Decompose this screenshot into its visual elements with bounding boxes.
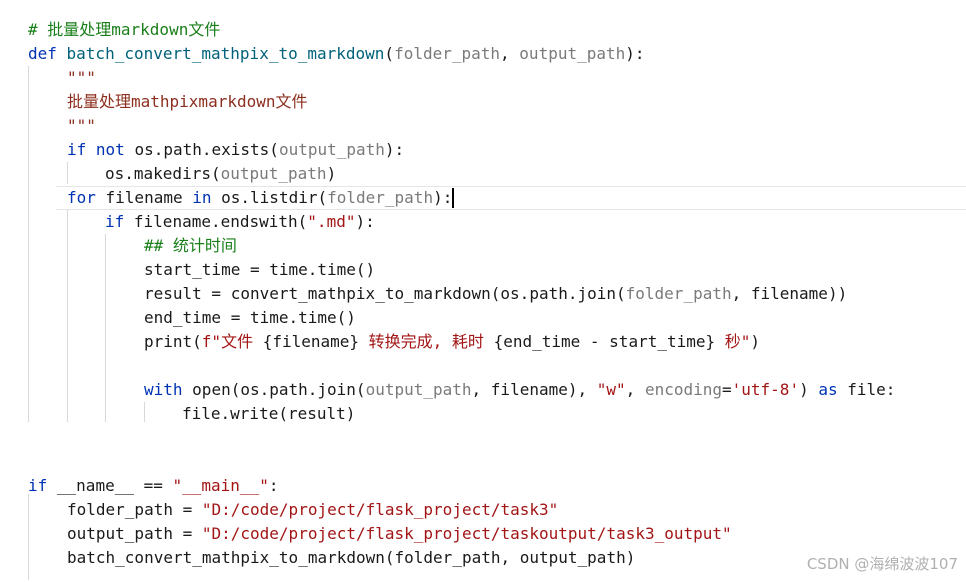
code-token: if	[28, 476, 57, 495]
code-token: batch_convert_mathpix_to_markdown(folder…	[67, 548, 636, 567]
code-token: 秒"	[715, 332, 751, 351]
code-token: output_path	[278, 140, 385, 159]
code-token: if	[105, 212, 134, 231]
code-line[interactable]: def batch_convert_mathpix_to_markdown(fo…	[28, 42, 645, 66]
code-token: )	[750, 332, 761, 351]
code-token: {end_time - start_time}	[493, 332, 716, 351]
code-line[interactable]: # 批量处理markdown文件	[28, 18, 220, 42]
code-line[interactable]: if filename.endswith(".md"):	[105, 210, 375, 234]
code-line[interactable]: """	[67, 66, 96, 90]
code-token: output_path	[519, 44, 626, 63]
code-token: "__main__"	[172, 476, 269, 495]
code-token: ):	[384, 140, 405, 159]
code-token: ## 统计时间	[144, 236, 237, 255]
indent-guide	[105, 234, 106, 422]
code-token: ,	[500, 44, 520, 63]
code-token: ):	[433, 188, 453, 207]
code-token: os.makedirs(	[105, 164, 221, 183]
code-token: :	[268, 476, 279, 495]
code-token: print(	[144, 332, 202, 351]
code-token: 转换完成, 耗时	[359, 332, 494, 351]
code-token: folder_path	[625, 284, 732, 303]
code-token: output_path	[220, 164, 327, 183]
code-token: open(os.path.join(	[192, 380, 366, 399]
code-token: start_time = time.time()	[144, 260, 376, 279]
code-line[interactable]: with open(os.path.join(output_path, file…	[144, 378, 895, 402]
indent-guide	[144, 402, 145, 422]
code-line[interactable]: start_time = time.time()	[144, 258, 375, 282]
code-token: )	[799, 380, 819, 399]
code-line[interactable]: os.makedirs(output_path)	[105, 162, 336, 186]
code-token: =	[722, 380, 732, 399]
code-token: 'utf-8'	[731, 380, 800, 399]
code-token: "D:/code/project/flask_project/taskoutpu…	[201, 524, 732, 543]
code-line[interactable]: print(f"文件 {filename} 转换完成, 耗时 {end_time…	[144, 330, 760, 354]
code-token: {filename}	[262, 332, 360, 351]
code-token: """	[67, 116, 96, 135]
indent-guide	[67, 162, 68, 184]
code-token: output_path	[365, 380, 472, 399]
code-token: in	[192, 188, 222, 207]
code-line[interactable]: ## 统计时间	[144, 234, 237, 258]
code-token: ):	[355, 212, 375, 231]
code-line[interactable]: output_path = "D:/code/project/flask_pro…	[67, 522, 732, 546]
code-token: as	[818, 380, 848, 399]
code-token: end_time = time.time()	[144, 308, 356, 327]
code-token: folder_path	[327, 188, 434, 207]
code-token: filename.endswith(	[133, 212, 308, 231]
code-token: folder_path =	[67, 500, 202, 519]
code-token: ,	[625, 380, 645, 399]
code-line[interactable]: if __name__ == "__main__":	[28, 474, 278, 498]
code-token: folder_path	[394, 44, 501, 63]
code-token: "w"	[596, 380, 626, 399]
code-token: __name__ ==	[56, 476, 173, 495]
code-token: os.listdir(	[221, 188, 328, 207]
watermark-text: CSDN @海绵波波107	[806, 555, 958, 573]
code-token: batch_convert_mathpix_to_markdown	[66, 44, 385, 63]
code-token: result = convert_mathpix_to_markdown(os.…	[144, 284, 626, 303]
code-token: )	[326, 164, 337, 183]
indent-guide	[67, 210, 68, 422]
code-token: """	[67, 68, 96, 87]
code-line[interactable]: batch_convert_mathpix_to_markdown(folder…	[67, 546, 635, 570]
code-token: ):	[625, 44, 645, 63]
code-token: (	[384, 44, 395, 63]
text-cursor	[452, 188, 454, 208]
code-token: if not	[67, 140, 135, 159]
code-token: def	[28, 44, 67, 63]
code-token: file:	[847, 380, 896, 399]
code-line[interactable]: end_time = time.time()	[144, 306, 356, 330]
code-line[interactable]: if not os.path.exists(output_path):	[67, 138, 404, 162]
code-token: file.write(result)	[182, 404, 356, 423]
code-line[interactable]: 批量处理mathpixmarkdown文件	[67, 90, 308, 114]
code-line[interactable]: for filename in os.listdir(folder_path):	[67, 186, 452, 210]
code-token: 批量处理mathpixmarkdown文件	[67, 92, 308, 111]
code-token: for	[67, 188, 106, 207]
code-line[interactable]: result = convert_mathpix_to_markdown(os.…	[144, 282, 847, 306]
code-editor[interactable]: # 批量处理markdown文件 def batch_convert_mathpi…	[0, 0, 966, 582]
code-token: , filename))	[731, 284, 848, 303]
indent-guide	[28, 494, 29, 580]
indent-guide	[28, 66, 29, 422]
code-line[interactable]: """	[67, 114, 96, 138]
code-line[interactable]: file.write(result)	[182, 402, 355, 426]
code-token: ".md"	[307, 212, 356, 231]
code-token: , filename),	[471, 380, 597, 399]
code-token: filename	[105, 188, 193, 207]
code-line[interactable]: folder_path = "D:/code/project/flask_pro…	[67, 498, 558, 522]
code-token: with	[144, 380, 193, 399]
code-token: os.path.exists(	[134, 140, 279, 159]
code-token: # 批量处理markdown文件	[28, 20, 221, 39]
code-token: output_path =	[67, 524, 202, 543]
code-token: "D:/code/project/flask_project/task3"	[201, 500, 559, 519]
code-token: f"文件	[201, 332, 263, 351]
code-token: encoding	[644, 380, 722, 399]
